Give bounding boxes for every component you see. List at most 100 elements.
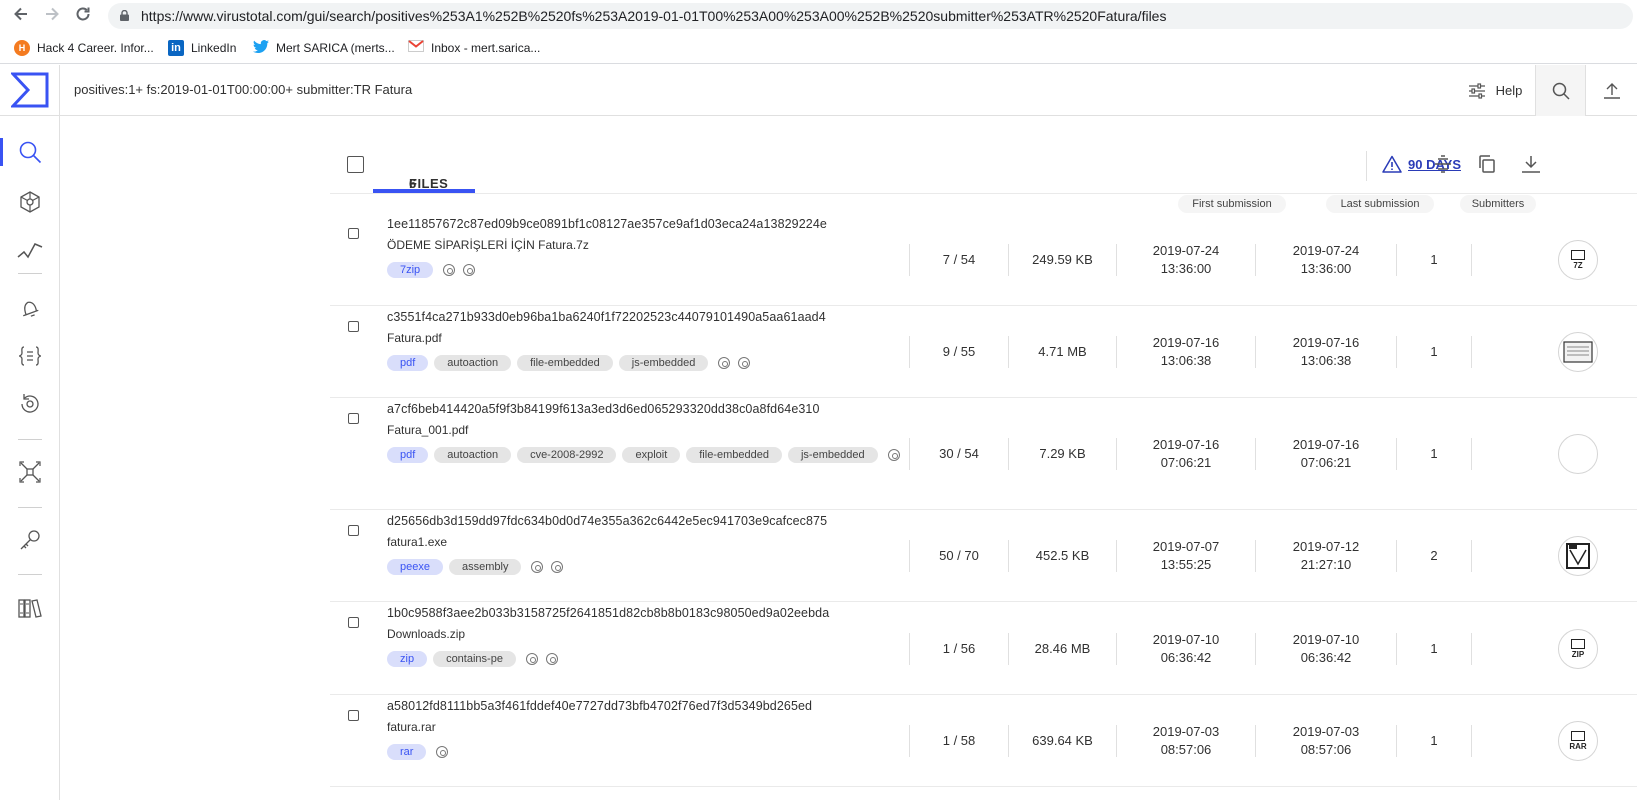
column-header-last-submission[interactable]: Last submission <box>1326 195 1434 213</box>
search-button[interactable] <box>1535 65 1585 116</box>
forward-icon[interactable] <box>41 5 63 27</box>
sidebar-divider <box>18 439 42 440</box>
copy-icon <box>1479 155 1495 173</box>
virustotal-logo[interactable] <box>0 65 60 116</box>
tag[interactable]: assembly <box>448 559 522 575</box>
sidebar-item-rules[interactable] <box>0 336 60 376</box>
detections: 7 / 54 <box>942 252 976 267</box>
spreading-icon[interactable] <box>525 653 538 665</box>
file-type-icon[interactable]: 7Z <box>1558 240 1598 280</box>
file-type-icon[interactable]: RAR <box>1558 721 1598 761</box>
spreading-icon[interactable] <box>443 264 456 276</box>
table-row[interactable]: d25656db3d159dd97fdc634b0d0d74e355a362c6… <box>330 510 1637 602</box>
select-all-checkbox[interactable] <box>347 156 364 173</box>
last-submission: 2019-07-10 06:36:42 <box>1256 631 1396 667</box>
row-checkbox[interactable] <box>348 617 359 628</box>
network-activity-icon[interactable] <box>887 449 900 461</box>
table-row[interactable]: a7cf6beb414420a5f9f3b84199f613a3ed3d6ed0… <box>330 398 1637 510</box>
network-activity-icon[interactable] <box>463 264 476 276</box>
network-activity-icon[interactable] <box>545 653 558 665</box>
row-checkbox[interactable] <box>348 321 359 332</box>
back-icon[interactable] <box>10 5 32 27</box>
network-activity-icon[interactable] <box>436 746 449 758</box>
tag[interactable]: 7zip <box>387 262 434 278</box>
file-type-icon[interactable]: ZIP <box>1558 629 1598 669</box>
file-hash[interactable]: 1ee11857672c87ed09b9ce0891bf1c08127ae357… <box>387 217 827 231</box>
tag[interactable]: autoaction <box>434 447 512 463</box>
bookmark-hack4career[interactable]: H Hack 4 Career. Infor... <box>14 40 154 56</box>
file-hash[interactable]: 1b0c9588f3aee2b033b3158725f2641851d82cb8… <box>387 606 829 620</box>
file-type-icon[interactable] <box>1558 434 1598 474</box>
bookmark-linkedin[interactable]: in LinkedIn <box>168 40 236 56</box>
download-button[interactable] <box>1519 152 1543 176</box>
tag[interactable]: peexe <box>387 559 443 575</box>
file-hash[interactable]: d25656db3d159dd97fdc634b0d0d74e355a362c6… <box>387 514 827 528</box>
hack4career-icon: H <box>14 40 30 56</box>
file-hash[interactable]: a7cf6beb414420a5f9f3b84199f613a3ed3d6ed0… <box>387 402 820 416</box>
column-divider <box>1471 540 1472 572</box>
tag[interactable]: zip <box>387 651 428 667</box>
tag[interactable]: cve-2008-2992 <box>517 447 617 463</box>
tag[interactable]: autoaction <box>434 355 512 371</box>
sidebar-item-retrohunt[interactable] <box>0 384 60 424</box>
bookmark-gmail[interactable]: Inbox - mert.sarica... <box>408 40 540 56</box>
tag[interactable]: rar <box>387 744 427 760</box>
row-checkbox[interactable] <box>348 710 359 721</box>
file-type-icon[interactable] <box>1558 332 1598 372</box>
column-header-submitters[interactable]: Submitters <box>1460 195 1536 213</box>
file-name: Fatura.pdf <box>387 331 442 345</box>
table-row[interactable]: 1ee11857672c87ed09b9ce0891bf1c08127ae357… <box>330 213 1637 306</box>
last-submission-date: 2019-07-10 <box>1292 632 1360 647</box>
copy-button[interactable] <box>1475 152 1499 176</box>
tab-files[interactable]: FILES 6 <box>373 136 475 193</box>
last-submission-date: 2019-07-16 <box>1292 437 1360 452</box>
column-header-first-submission[interactable]: First submission <box>1178 195 1286 213</box>
row-checkbox[interactable] <box>348 413 359 424</box>
file-type-label: RAR <box>1569 742 1587 751</box>
table-row[interactable]: c3551f4ca271b933d0eb96ba1ba6240f1f722025… <box>330 306 1637 398</box>
submitters-count: 1 <box>1430 252 1438 267</box>
table-row[interactable]: a58012fd8111bb5a3f461fddef40e7727dd73bfb… <box>330 695 1637 787</box>
tag[interactable]: pdf <box>387 447 429 463</box>
first-submission-date: 2019-07-24 <box>1152 243 1220 258</box>
address-bar[interactable]: https://www.virustotal.com/gui/search/po… <box>108 3 1633 29</box>
network-activity-icon[interactable] <box>738 357 751 369</box>
sidebar-item-hunting[interactable] <box>0 288 60 328</box>
file-type-icon[interactable] <box>1558 536 1598 576</box>
sidebar-item-search[interactable] <box>0 132 60 172</box>
first-submission-time: 13:36:00 <box>1160 261 1212 276</box>
row-checkbox[interactable] <box>348 228 359 239</box>
sidebar-item-trends[interactable] <box>0 230 60 270</box>
upload-button[interactable] <box>1585 65 1637 116</box>
sidebar-item-api-key[interactable] <box>0 520 60 560</box>
tag[interactable]: js-embedded <box>618 355 709 371</box>
first-submission-date: 2019-07-16 <box>1152 437 1220 452</box>
table-row[interactable]: 1b0c9588f3aee2b033b3158725f2641851d82cb8… <box>330 602 1637 695</box>
row-checkbox[interactable] <box>348 525 359 536</box>
first-submission-time: 13:06:38 <box>1160 353 1212 368</box>
tag[interactable]: exploit <box>622 447 681 463</box>
bookmark-twitter[interactable]: Mert SARICA (merts... <box>253 40 395 56</box>
spreading-icon[interactable] <box>718 357 731 369</box>
last-submission-time: 13:06:38 <box>1300 353 1352 368</box>
help-button[interactable]: Help <box>1455 65 1535 116</box>
last-submission-time: 13:36:00 <box>1300 261 1352 276</box>
file-hash[interactable]: a58012fd8111bb5a3f461fddef40e7727dd73bfb… <box>387 699 812 713</box>
bookmark-label: Mert SARICA (merts... <box>276 41 395 55</box>
reload-icon[interactable] <box>72 5 94 27</box>
last-submission-time: 06:36:42 <box>1300 650 1352 665</box>
tag[interactable]: file-embedded <box>686 447 782 463</box>
tag[interactable]: pdf <box>387 355 429 371</box>
spreading-icon[interactable] <box>531 561 544 573</box>
sidebar-item-graph[interactable] <box>0 182 60 222</box>
file-hash[interactable]: c3551f4ca271b933d0eb96ba1ba6240f1f722025… <box>387 310 826 324</box>
tag-list: peexe assembly <box>387 559 567 575</box>
sidebar-item-docs[interactable] <box>0 588 60 628</box>
tag[interactable]: file-embedded <box>517 355 613 371</box>
filter-button[interactable] <box>1431 152 1455 176</box>
tag[interactable]: contains-pe <box>433 651 516 667</box>
search-query[interactable]: positives:1+ fs:2019-01-01T00:00:00+ sub… <box>74 82 412 97</box>
network-activity-icon[interactable] <box>551 561 564 573</box>
tag[interactable]: js-embedded <box>787 447 878 463</box>
sidebar-item-intelligence[interactable] <box>0 452 60 492</box>
